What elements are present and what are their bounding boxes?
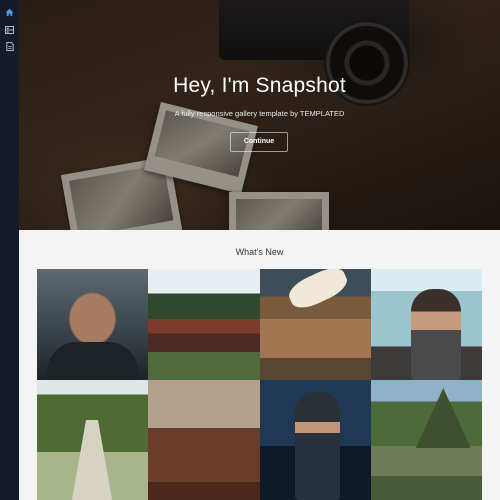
gallery-item-garden-path[interactable]: [37, 380, 149, 500]
gallery-item-leather-bag[interactable]: [148, 380, 260, 500]
document-icon[interactable]: [4, 41, 15, 52]
continue-button[interactable]: Continue: [230, 132, 288, 152]
gallery-icon[interactable]: [4, 24, 15, 35]
gallery-item-man-with-camera[interactable]: [259, 380, 371, 500]
gallery-item-machu-picchu[interactable]: [370, 380, 482, 500]
hero-title: Hey, I'm Snapshot: [173, 74, 346, 97]
gallery-item-woman-in-car[interactable]: [370, 269, 482, 380]
gallery-item-temple[interactable]: [148, 269, 260, 380]
sidebar-nav: [0, 0, 19, 500]
gallery-grid: [37, 269, 482, 500]
hero-banner: Hey, I'm Snapshot A fully responsive gal…: [19, 0, 500, 230]
gallery-item-portrait-man[interactable]: [37, 269, 149, 380]
home-icon[interactable]: [4, 7, 15, 18]
hero-subtitle: A fully responsive gallery template by T…: [174, 109, 345, 118]
section-title: What's New: [235, 247, 284, 257]
gallery-item-vintage-truck[interactable]: [259, 269, 371, 380]
